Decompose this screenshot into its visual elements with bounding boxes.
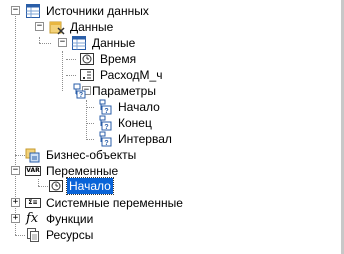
tree-node-data-sources[interactable]: Источники данных <box>25 3 151 19</box>
tree-node-dataset[interactable]: Данные <box>71 35 137 51</box>
tree-node-field-time[interactable]: Время <box>79 51 138 67</box>
collapse-toggle-dataset[interactable]: − <box>58 38 67 47</box>
collapse-toggle-data[interactable]: − <box>35 22 44 31</box>
tree-node-label: Начало <box>118 100 160 114</box>
tree-node-label: Функции <box>46 212 94 226</box>
tree-node-label: Конец <box>118 116 152 130</box>
resources-icon <box>25 227 41 243</box>
expand-toggle-functions[interactable]: + <box>11 214 20 223</box>
svg-text:?: ? <box>104 140 108 147</box>
tree-line <box>15 235 25 236</box>
clock-icon <box>79 51 95 67</box>
tree-node-resources[interactable]: Ресурсы <box>25 227 95 243</box>
fx-glyph: fx <box>26 211 39 226</box>
tree-line <box>62 51 63 91</box>
parameters-icon: ? <box>71 83 87 99</box>
tree-node-field-flow[interactable]: РасходМ_ч <box>79 67 164 83</box>
tree-node-label: Интервал <box>118 132 172 146</box>
tree-node-system-variables[interactable]: Σ≡ Системные переменные <box>25 195 185 211</box>
tree-node-parameters[interactable]: ? Параметры <box>71 83 158 99</box>
expand-toggle-system-variables[interactable]: + <box>11 198 20 207</box>
database-dictionary-icon <box>25 3 41 19</box>
business-objects-icon <box>25 147 41 163</box>
tree-line <box>38 186 48 187</box>
data-connection-icon <box>49 19 65 35</box>
table-icon <box>71 35 87 51</box>
system-variables-icon: Σ≡ <box>25 195 41 211</box>
tree-line <box>86 100 87 138</box>
tree-node-label: Бизнес-объекты <box>46 148 137 162</box>
tree-node-label: Переменные <box>46 164 119 178</box>
tree-node-param-end[interactable]: ? Конец <box>97 115 154 131</box>
tree-line <box>39 43 51 44</box>
tree-node-param-interval[interactable]: ? Интервал <box>97 131 174 147</box>
sys-badge-text: Σ≡ <box>28 199 38 206</box>
clock-icon <box>48 178 64 194</box>
tree-node-label: Системные переменные <box>46 196 183 210</box>
dictionary-tree-panel: − − − − − + + Источники данных Данные Да… <box>0 0 341 254</box>
numeric-field-icon <box>79 67 95 83</box>
tree-node-label: Время <box>100 52 137 66</box>
tree-node-variables[interactable]: VAR Переменные <box>25 163 120 179</box>
variables-icon: VAR <box>25 163 41 179</box>
tree-line <box>86 123 94 124</box>
tree-node-functions[interactable]: fx Функции <box>25 211 95 227</box>
tree-line <box>86 107 94 108</box>
parameter-icon: ? <box>97 115 113 131</box>
tree-line <box>15 155 25 156</box>
tree-node-label: Данные <box>70 20 114 34</box>
tree-node-label: Ресурсы <box>46 228 94 242</box>
tree-node-label-selected: Начало <box>66 177 114 195</box>
tree-line <box>66 59 76 60</box>
parameter-icon: ? <box>97 131 113 147</box>
tree-node-var-start[interactable]: Начало <box>48 177 114 195</box>
tree-line <box>86 139 94 140</box>
collapse-toggle-variables[interactable]: − <box>11 166 20 175</box>
svg-text:?: ? <box>104 124 108 131</box>
parameter-icon: ? <box>97 99 113 115</box>
tree-node-label: Параметры <box>92 84 156 98</box>
tree-node-label: Источники данных <box>46 4 149 18</box>
tree-node-label: Данные <box>92 36 136 50</box>
tree-node-data-connection[interactable]: Данные <box>49 19 115 35</box>
tree-line <box>38 179 39 186</box>
tree-node-label: РасходМ_ч <box>100 68 163 82</box>
function-icon: fx <box>25 211 41 227</box>
var-badge-text: VAR <box>26 167 40 174</box>
svg-text:?: ? <box>104 108 108 115</box>
collapse-toggle-data-sources[interactable]: − <box>11 6 20 15</box>
tree-node-param-start[interactable]: ? Начало <box>97 99 162 115</box>
tree-node-business-objects[interactable]: Бизнес-объекты <box>25 147 138 163</box>
svg-text:?: ? <box>79 92 83 99</box>
tree-line <box>66 75 76 76</box>
